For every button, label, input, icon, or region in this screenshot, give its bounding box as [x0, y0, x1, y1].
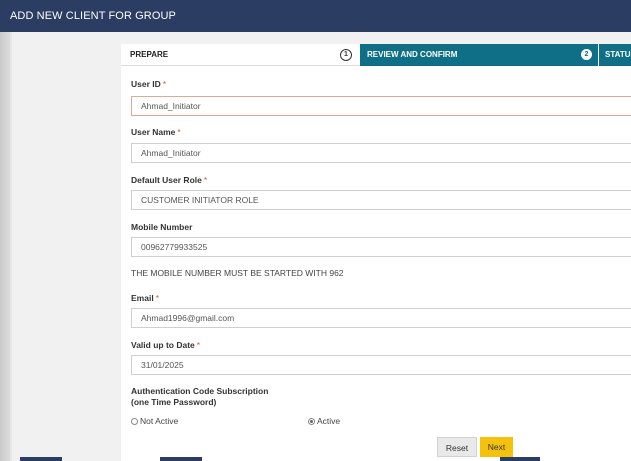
step-prepare-label: PREPARE — [130, 50, 169, 59]
required-marker: * — [177, 127, 181, 137]
default-role-select[interactable]: CUSTOMER INITIATOR ROLE — [131, 190, 631, 210]
user-id-label: User ID * — [131, 79, 167, 89]
required-marker: * — [162, 79, 167, 89]
user-id-input[interactable]: Ahmad_Initiator — [131, 96, 631, 116]
radio-not-active[interactable]: Not Active — [131, 416, 178, 426]
email-label: Email * — [131, 293, 159, 303]
bottom-bar-segment — [160, 457, 202, 461]
radio-checked-icon[interactable] — [308, 417, 315, 425]
step-number-1-icon: 1 — [340, 49, 352, 61]
required-marker: * — [203, 175, 208, 185]
user-name-label: User Name * — [131, 127, 181, 137]
left-shadow — [0, 0, 10, 461]
bottom-bar-segment — [20, 457, 62, 461]
step-review-and-confirm[interactable]: REVIEW AND CONFIRM 2 — [360, 44, 598, 66]
page-title: ADD NEW CLIENT FOR GROUP — [10, 10, 176, 22]
wizard-steps: PREPARE 1 REVIEW AND CONFIRM 2 STATUS — [121, 44, 631, 66]
radio-active[interactable]: Active — [308, 416, 340, 426]
valid-date-label: Valid up to Date * — [131, 340, 201, 350]
required-marker: * — [155, 293, 159, 303]
mobile-number-label: Mobile Number — [131, 222, 193, 232]
step-prepare[interactable]: PREPARE 1 — [121, 44, 360, 66]
next-button[interactable]: Next — [480, 437, 513, 457]
step-status-label: STATUS — [605, 50, 631, 59]
reset-button[interactable]: Reset — [437, 437, 477, 457]
page-header: ADD NEW CLIENT FOR GROUP — [0, 0, 631, 32]
valid-date-input[interactable]: 31/01/2025 — [131, 355, 631, 375]
step-status[interactable]: STATUS — [598, 44, 631, 66]
step-review-label: REVIEW AND CONFIRM — [367, 50, 458, 59]
client-form: PREPARE 1 REVIEW AND CONFIRM 2 STATUS Us… — [121, 44, 631, 461]
auth-code-subscription-label: Authentication Code Subscription (one Ti… — [131, 386, 269, 407]
bottom-bar-segment — [500, 457, 540, 461]
default-role-label: Default User Role * — [131, 175, 208, 185]
user-name-input[interactable]: Ahmad_Initiator — [131, 143, 631, 163]
mobile-number-input[interactable]: 00962779933525 — [131, 237, 631, 257]
email-input[interactable]: Ahmad1996@gmail.com — [131, 308, 631, 328]
required-marker: * — [196, 340, 201, 350]
radio-unchecked-icon[interactable] — [131, 417, 138, 425]
mobile-number-hint: THE MOBILE NUMBER MUST BE STARTED WITH 9… — [131, 268, 344, 278]
step-number-2-icon: 2 — [581, 49, 592, 60]
